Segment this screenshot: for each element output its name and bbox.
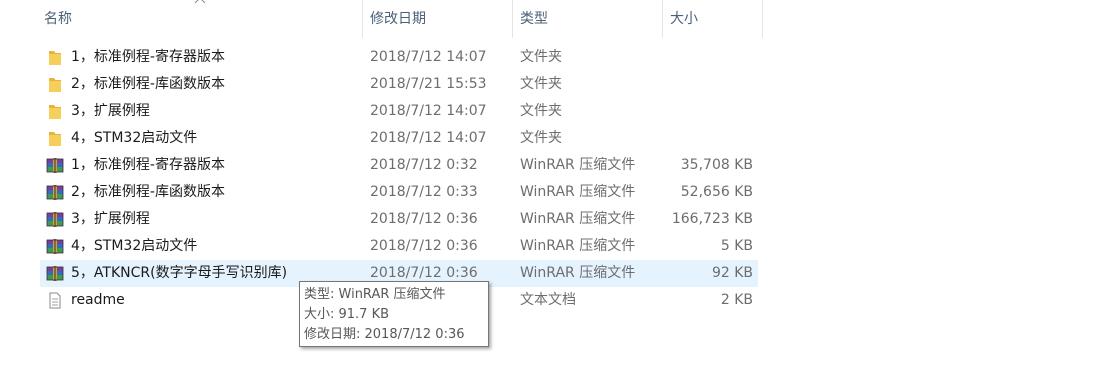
- file-modified-date: 2018/7/12 14:07: [370, 49, 487, 65]
- file-modified-date: 2018/7/12 0:36: [370, 211, 478, 227]
- column-header-size[interactable]: 大小: [663, 0, 763, 38]
- folder-icon: [46, 130, 64, 147]
- folder-icon: [46, 76, 64, 93]
- file-modified-date: 2018/7/12 0:33: [370, 184, 478, 200]
- file-size: [660, 125, 753, 152]
- column-header-name[interactable]: 名称: [37, 0, 363, 38]
- file-size: 5 KB: [720, 238, 753, 254]
- column-header-date[interactable]: 修改日期: [363, 0, 513, 38]
- file-row[interactable]: 1，标准例程-寄存器版本 2018/7/12 0:32 WinRAR 压缩文件 35,…: [40, 152, 758, 179]
- winrar-archive-icon: [46, 265, 64, 282]
- file-name: 3，扩展例程: [71, 103, 150, 119]
- file-name: 2，标准例程-库函数版本: [71, 76, 225, 92]
- file-type: 文件夹: [520, 103, 562, 119]
- tooltip-size: 大小: 91.7 KB: [304, 307, 390, 322]
- file-size: [660, 98, 753, 125]
- file-row[interactable]: 3，扩展例程 2018/7/12 0:36 WinRAR 压缩文件 166,723 K…: [40, 206, 758, 233]
- file-modified-date: 2018/7/12 14:07: [370, 103, 487, 119]
- file-size: 35,708 KB: [680, 157, 753, 173]
- file-row[interactable]: 2，标准例程-库函数版本 2018/7/12 0:33 WinRAR 压缩文件 52,…: [40, 179, 758, 206]
- file-type: 文件夹: [520, 76, 562, 92]
- file-size: 166,723 KB: [671, 211, 753, 227]
- folder-icon: [46, 103, 64, 120]
- file-size: 2 KB: [720, 292, 753, 308]
- tooltip-date: 修改日期: 2018/7/12 0:36: [304, 327, 465, 342]
- file-size: 92 KB: [711, 265, 753, 281]
- file-row[interactable]: 3，扩展例程 2018/7/12 14:07 文件夹: [40, 98, 758, 125]
- file-size: [660, 71, 753, 98]
- winrar-archive-icon: [46, 157, 64, 174]
- file-type: WinRAR 压缩文件: [520, 157, 636, 173]
- file-name: 2，标准例程-库函数版本: [71, 184, 225, 200]
- folder-icon: [46, 49, 64, 66]
- file-row[interactable]: 2，标准例程-库函数版本 2018/7/21 15:53 文件夹: [40, 71, 758, 98]
- file-name: 1，标准例程-寄存器版本: [71, 157, 225, 173]
- file-type: WinRAR 压缩文件: [520, 211, 636, 227]
- file-modified-date: 2018/7/21 15:53: [370, 76, 487, 92]
- file-name: 4，STM32启动文件: [71, 238, 198, 254]
- column-header-type[interactable]: 类型: [513, 0, 663, 38]
- file-size: 52,656 KB: [680, 184, 753, 200]
- column-header-bar: 名称 修改日期 类型 大小: [0, 0, 1100, 38]
- text-document-icon: [46, 292, 64, 309]
- file-name: 4，STM32启动文件: [71, 130, 198, 146]
- file-type: 文件夹: [520, 49, 562, 65]
- tooltip-type: 类型: WinRAR 压缩文件: [304, 287, 446, 302]
- file-type: 文本文档: [520, 292, 576, 308]
- file-info-tooltip: 类型: WinRAR 压缩文件 大小: 91.7 KB 修改日期: 2018/7…: [299, 281, 489, 347]
- file-size: [660, 44, 753, 71]
- file-row[interactable]: 4，STM32启动文件 2018/7/12 14:07 文件夹: [40, 125, 758, 152]
- winrar-archive-icon: [46, 211, 64, 228]
- file-name: 3，扩展例程: [71, 211, 150, 227]
- file-modified-date: 2018/7/12 0:32: [370, 157, 478, 173]
- file-row[interactable]: 4，STM32启动文件 2018/7/12 0:36 WinRAR 压缩文件 5 KB: [40, 233, 758, 260]
- file-name: 1，标准例程-寄存器版本: [71, 49, 225, 65]
- winrar-archive-icon: [46, 238, 64, 255]
- file-type: 文件夹: [520, 130, 562, 146]
- file-modified-date: 2018/7/12 0:36: [370, 238, 478, 254]
- file-row[interactable]: 1，标准例程-寄存器版本 2018/7/12 14:07 文件夹: [40, 44, 758, 71]
- file-type: WinRAR 压缩文件: [520, 184, 636, 200]
- file-type: WinRAR 压缩文件: [520, 238, 636, 254]
- file-modified-date: 2018/7/12 14:07: [370, 130, 487, 146]
- file-type: WinRAR 压缩文件: [520, 265, 636, 281]
- winrar-archive-icon: [46, 184, 64, 201]
